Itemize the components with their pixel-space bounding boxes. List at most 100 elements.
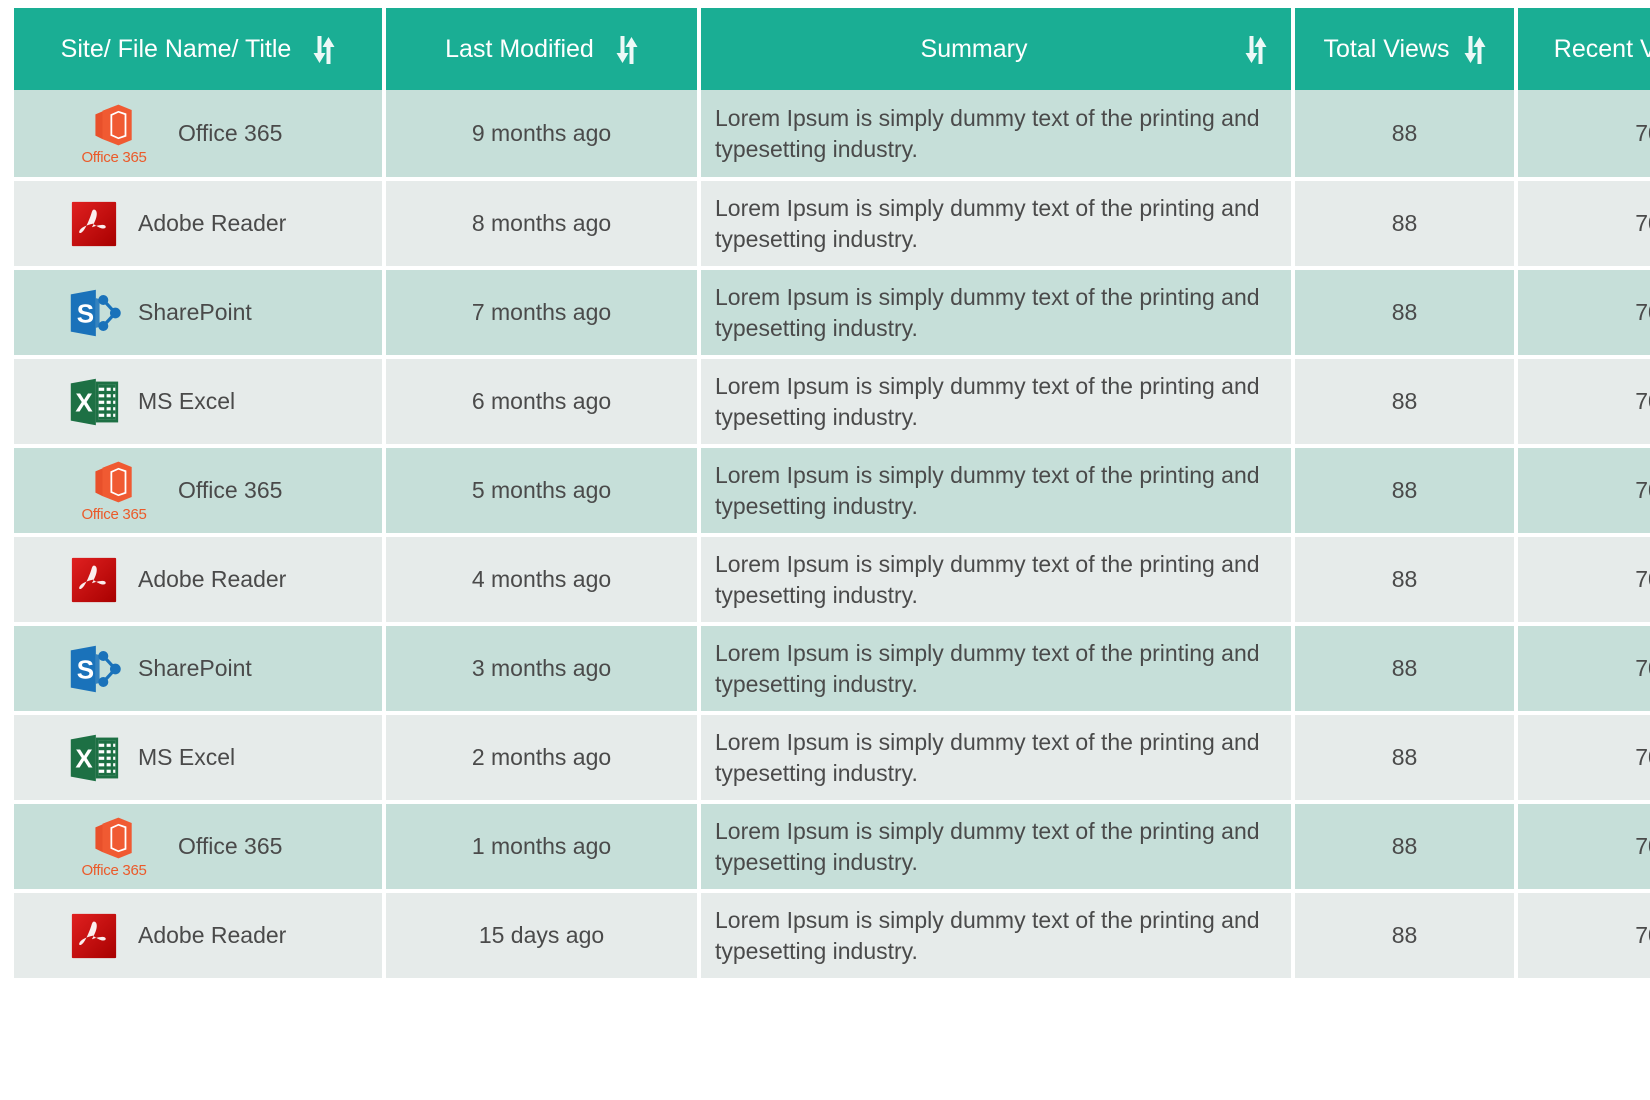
last-modified-value: 9 months ago <box>471 120 612 146</box>
cell-site-file-name[interactable]: X MS Excel <box>14 357 386 448</box>
summary-value: Lorem Ipsum is simply dummy text of the … <box>715 194 1260 252</box>
last-modified-value: 6 months ago <box>471 388 612 414</box>
table-row[interactable]: X MS Excel 6 months ago Lorem Ipsum is simp… <box>14 357 1650 448</box>
sort-updown-icon[interactable] <box>313 36 335 64</box>
last-modified-value: 7 months ago <box>471 299 612 325</box>
last-modified-value: 8 months ago <box>471 210 612 236</box>
cell-total-views: 88 <box>1293 179 1518 270</box>
summary-value: Lorem Ipsum is simply dummy text of the … <box>715 906 1260 964</box>
file-name-label: MS Excel <box>138 388 236 414</box>
cell-recent-views: 70 <box>1516 624 1650 715</box>
cell-site-file-name[interactable]: Office 365 Office 365 <box>14 802 386 893</box>
cell-summary: Lorem Ipsum is simply dummy text of the … <box>699 891 1295 982</box>
cell-last-modified: 4 months ago <box>384 535 701 626</box>
cell-site-file-name[interactable]: Office 365 Office 365 <box>14 446 386 537</box>
table-row[interactable]: Office 365 Office 365 9 months ago Lorem Ip… <box>14 90 1650 181</box>
cell-site-file-name[interactable]: Adobe Reader <box>14 179 386 270</box>
cell-last-modified: 5 months ago <box>384 446 701 537</box>
file-name-label: Adobe Reader <box>138 210 287 236</box>
cell-recent-views: 70 <box>1516 90 1650 181</box>
adobe-reader-icon <box>60 194 128 254</box>
last-modified-value: 15 days ago <box>478 922 605 948</box>
table-row[interactable]: Adobe Reader 15 days ago Lorem Ipsum is si… <box>14 891 1650 982</box>
summary-value: Lorem Ipsum is simply dummy text of the … <box>715 550 1260 608</box>
file-name-label: Office 365 <box>178 120 283 146</box>
cell-last-modified: 2 months ago <box>384 713 701 804</box>
cell-last-modified: 3 months ago <box>384 624 701 715</box>
total-views-value: 88 <box>1391 922 1418 948</box>
cell-site-file-name[interactable]: Adobe Reader <box>14 535 386 626</box>
cell-summary: Lorem Ipsum is simply dummy text of the … <box>699 624 1295 715</box>
cell-total-views: 88 <box>1293 535 1518 626</box>
cell-summary: Lorem Ipsum is simply dummy text of the … <box>699 446 1295 537</box>
cell-last-modified: 1 months ago <box>384 802 701 893</box>
files-table: Site/ File Name/ Title Last Modified Sum… <box>14 8 1650 982</box>
cell-total-views: 88 <box>1293 90 1518 181</box>
cell-site-file-name[interactable]: Adobe Reader <box>14 891 386 982</box>
sort-updown-icon[interactable] <box>1245 36 1267 64</box>
sort-updown-icon[interactable] <box>1464 36 1486 64</box>
office365-caption: Office 365 <box>81 861 147 879</box>
table-body: Office 365 Office 365 9 months ago Lorem Ip… <box>14 90 1650 982</box>
sort-updown-icon[interactable] <box>616 36 638 64</box>
office365-caption: Office 365 <box>81 148 147 166</box>
office365-icon: Office 365 <box>60 461 168 523</box>
table-row[interactable]: X MS Excel 2 months ago Lorem Ipsum is simp… <box>14 713 1650 804</box>
recent-views-value: 70 <box>1635 566 1650 592</box>
table-row[interactable]: S SharePoint 3 months ago Lorem Ipsum is si… <box>14 624 1650 715</box>
cell-summary: Lorem Ipsum is simply dummy text of the … <box>699 713 1295 804</box>
table-row[interactable]: Office 365 Office 365 5 months ago Lorem Ip… <box>14 446 1650 537</box>
cell-recent-views: 70 <box>1516 713 1650 804</box>
total-views-value: 88 <box>1391 299 1418 325</box>
table-row[interactable]: Adobe Reader 8 months ago Lorem Ipsum is s… <box>14 179 1650 270</box>
file-name-label: MS Excel <box>138 744 236 770</box>
summary-value: Lorem Ipsum is simply dummy text of the … <box>715 283 1260 341</box>
cell-site-file-name[interactable]: S SharePoint <box>14 268 386 359</box>
cell-total-views: 88 <box>1293 713 1518 804</box>
last-modified-value: 4 months ago <box>471 566 612 592</box>
ms-excel-icon: X <box>60 728 128 788</box>
cell-site-file-name[interactable]: Office 365 Office 365 <box>14 90 386 181</box>
cell-summary: Lorem Ipsum is simply dummy text of the … <box>699 535 1295 626</box>
cell-site-file-name[interactable]: S SharePoint <box>14 624 386 715</box>
column-header-label: Recent Views <box>1553 34 1650 63</box>
total-views-value: 88 <box>1391 833 1418 859</box>
cell-summary: Lorem Ipsum is simply dummy text of the … <box>699 268 1295 359</box>
cell-recent-views: 70 <box>1516 268 1650 359</box>
cell-total-views: 88 <box>1293 446 1518 537</box>
column-header-site-file-name-title[interactable]: Site/ File Name/ Title <box>14 8 386 90</box>
summary-value: Lorem Ipsum is simply dummy text of the … <box>715 728 1260 786</box>
svg-text:X: X <box>75 743 93 773</box>
column-header-total-views[interactable]: Total Views <box>1293 8 1518 90</box>
file-name-label: SharePoint <box>138 655 252 681</box>
cell-total-views: 88 <box>1293 891 1518 982</box>
recent-views-value: 70 <box>1635 120 1650 146</box>
table-row[interactable]: Adobe Reader 4 months ago Lorem Ipsum is s… <box>14 535 1650 626</box>
cell-last-modified: 8 months ago <box>384 179 701 270</box>
recent-views-value: 70 <box>1635 833 1650 859</box>
column-header-summary[interactable]: Summary <box>699 8 1295 90</box>
svg-text:X: X <box>75 387 93 417</box>
total-views-value: 88 <box>1391 120 1418 146</box>
recent-views-value: 70 <box>1635 388 1650 414</box>
column-header-recent-views[interactable]: Recent Views <box>1516 8 1650 90</box>
total-views-value: 88 <box>1391 477 1418 503</box>
adobe-reader-icon <box>60 906 128 966</box>
ms-excel-icon: X <box>60 372 128 432</box>
cell-site-file-name[interactable]: X MS Excel <box>14 713 386 804</box>
column-header-last-modified[interactable]: Last Modified <box>384 8 701 90</box>
cell-total-views: 88 <box>1293 268 1518 359</box>
recent-views-value: 70 <box>1635 210 1650 236</box>
last-modified-value: 3 months ago <box>471 655 612 681</box>
file-name-label: Adobe Reader <box>138 566 287 592</box>
adobe-reader-icon <box>60 550 128 610</box>
cell-total-views: 88 <box>1293 624 1518 715</box>
files-table-container: Site/ File Name/ Title Last Modified Sum… <box>14 8 1650 982</box>
sharepoint-icon: S <box>60 283 128 343</box>
column-header-label: Site/ File Name/ Title <box>60 34 292 63</box>
summary-value: Lorem Ipsum is simply dummy text of the … <box>715 461 1260 519</box>
table-row[interactable]: Office 365 Office 365 1 months ago Lorem Ip… <box>14 802 1650 893</box>
cell-recent-views: 70 <box>1516 357 1650 448</box>
table-row[interactable]: S SharePoint 7 months ago Lorem Ipsum is si… <box>14 268 1650 359</box>
cell-recent-views: 70 <box>1516 446 1650 537</box>
